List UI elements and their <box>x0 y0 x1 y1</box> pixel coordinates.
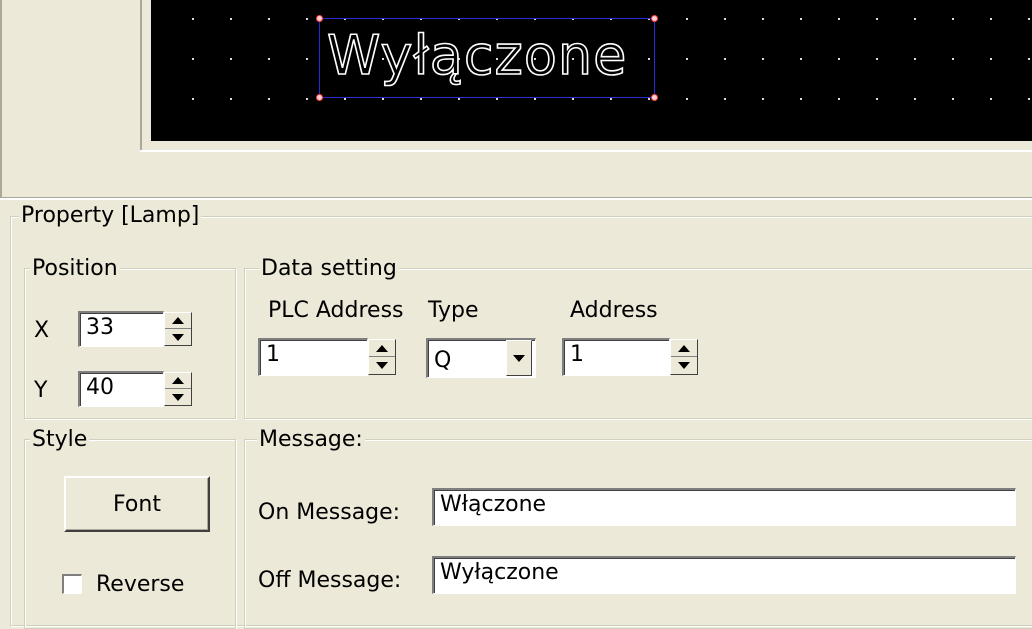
y-spin-button[interactable] <box>164 372 192 406</box>
spin-up-icon[interactable] <box>165 373 191 389</box>
off-message-label: Off Message: <box>258 568 402 593</box>
lamp-display-text: Wyłączone <box>326 23 628 88</box>
address-spin-button[interactable] <box>670 339 698 375</box>
panel-splitter[interactable] <box>0 197 1032 200</box>
spin-down-icon[interactable] <box>165 329 191 345</box>
preview-frame-edge <box>140 150 1032 152</box>
address-label: Address <box>570 298 658 323</box>
spin-up-icon[interactable] <box>671 340 697 357</box>
lcd-preview-screen[interactable]: Wyłączone <box>151 0 1032 141</box>
type-label: Type <box>428 298 479 323</box>
resize-handle-top-left[interactable] <box>316 15 323 22</box>
reverse-checkbox[interactable] <box>62 574 82 594</box>
style-group <box>24 439 236 629</box>
on-message-label: On Message: <box>258 500 401 525</box>
preview-frame-edge <box>140 0 142 152</box>
spin-down-icon[interactable] <box>165 389 191 405</box>
off-message-input[interactable]: Wyłączone <box>432 556 1016 594</box>
x-label: X <box>34 318 50 343</box>
resize-handle-bottom-right[interactable] <box>651 94 658 101</box>
x-input[interactable]: 33 <box>78 311 164 347</box>
reverse-label: Reverse <box>96 572 185 597</box>
x-spin-button[interactable] <box>164 312 192 346</box>
spin-down-icon[interactable] <box>369 357 395 374</box>
spin-down-icon[interactable] <box>671 357 697 374</box>
style-group-title: Style <box>30 427 90 452</box>
plc-address-label: PLC Address <box>268 298 404 323</box>
resize-handle-top-right[interactable] <box>651 15 658 22</box>
property-group-title: Property [Lamp] <box>19 203 202 228</box>
spin-up-icon[interactable] <box>369 340 395 357</box>
message-group <box>244 439 1032 629</box>
address-input[interactable]: 1 <box>562 338 670 376</box>
y-label: Y <box>34 378 48 403</box>
plc-address-spin-button[interactable] <box>368 339 396 375</box>
font-button[interactable]: Font <box>64 476 210 532</box>
data-setting-group-title: Data setting <box>259 256 399 281</box>
position-group-title: Position <box>30 256 120 281</box>
plc-address-input[interactable]: 1 <box>258 338 368 376</box>
chevron-down-icon[interactable] <box>506 340 532 376</box>
spin-up-icon[interactable] <box>165 313 191 329</box>
y-input[interactable]: 40 <box>78 371 164 407</box>
message-group-title: Message: <box>257 427 365 452</box>
on-message-input[interactable]: Włączone <box>432 488 1016 526</box>
resize-handle-bottom-left[interactable] <box>316 94 323 101</box>
